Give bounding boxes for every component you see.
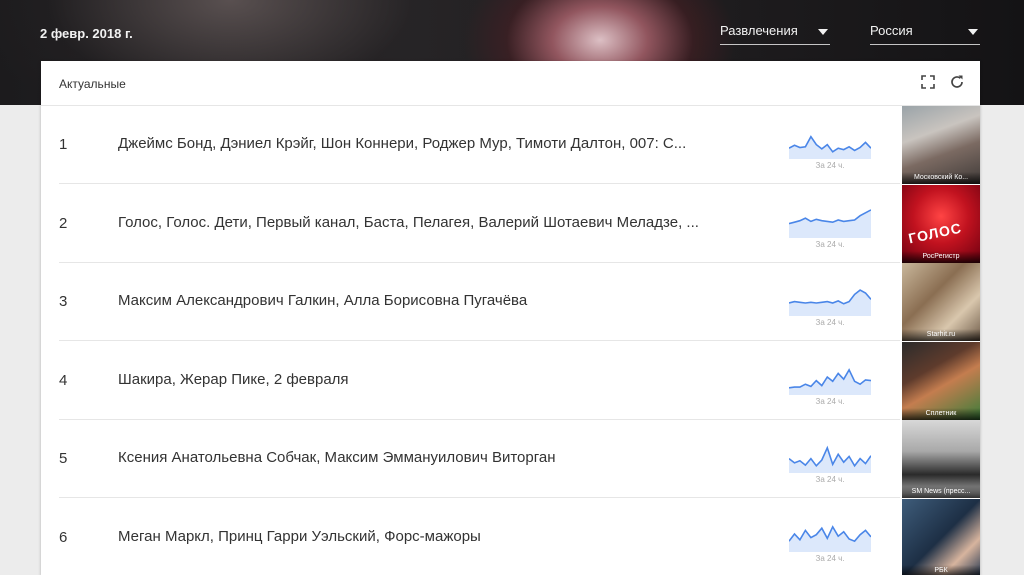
trend-title[interactable]: Максим Александрович Галкин, Алла Борисо… — [118, 292, 746, 309]
trend-rank: 4 — [59, 371, 68, 389]
sparkline-chart — [788, 359, 872, 395]
trend-title[interactable]: Меган Маркл, Принц Гарри Уэльский, Форс-… — [118, 528, 746, 545]
region-select[interactable]: Россия — [870, 20, 980, 45]
sparkline-caption: За 24 ч. — [815, 318, 845, 327]
sparkline-caption: За 24 ч. — [815, 239, 845, 249]
thumb-source-label: Московский Ко... — [902, 172, 980, 184]
trend-rank: 1 — [59, 136, 68, 153]
trend-title[interactable]: Ксения Анатольевна Собчак, Максим Эмману… — [118, 449, 746, 466]
trend-row[interactable]: 1 Джеймс Бонд, Дэниел Крэйг, Шон Коннери,… — [41, 106, 980, 184]
trending-card: Актуальные 1 Джеймс Бонд, Дэниел Крэйг, Ш… — [41, 61, 980, 575]
sparkline-caption: За 24 ч. — [815, 553, 845, 563]
sparkline-caption: За 24 ч. — [815, 161, 845, 170]
trend-rank: 5 — [59, 450, 68, 467]
dropdown-arrow-icon — [968, 29, 978, 35]
trend-row[interactable]: 6 Меган Маркл, Принц Гарри Уэльский, Форс… — [41, 498, 980, 575]
sparkline-chart — [788, 202, 872, 238]
trend-title[interactable]: Голос, Голос. Дети, Первый канал, Баста,… — [118, 214, 746, 231]
trend-thumbnail[interactable]: Starhit.ru — [902, 263, 980, 341]
thumb-source-label: РосРегистр — [902, 250, 980, 263]
region-select-value: Россия — [870, 23, 913, 38]
sparkline-caption: За 24 ч. — [815, 396, 845, 406]
trend-thumbnail[interactable]: РБК — [902, 498, 980, 575]
fullscreen-icon[interactable] — [919, 73, 937, 91]
thumb-logo-text: ГОЛОС — [906, 219, 964, 246]
sparkline-chart — [788, 516, 872, 552]
trend-title[interactable]: Джеймс Бонд, Дэниел Крэйг, Шон Коннери, … — [118, 135, 746, 152]
date-label: 2 февр. 2018 г. — [40, 26, 133, 41]
sparkline-chart — [788, 437, 872, 473]
card-header: Актуальные — [41, 61, 980, 106]
trend-rank: 3 — [59, 293, 68, 310]
thumb-source-label: SM News (пресс... — [902, 486, 980, 498]
trend-thumbnail[interactable]: Сплетник — [902, 341, 980, 420]
trend-thumbnail[interactable]: SM News (пресс... — [902, 420, 980, 498]
dropdown-arrow-icon — [818, 29, 828, 35]
trend-title[interactable]: Шакира, Жерар Пике, 2 февраля — [118, 371, 746, 388]
thumb-source-label: РБК — [902, 564, 980, 575]
trend-thumbnail[interactable]: Московский Ко... — [902, 106, 980, 184]
sparkline-chart — [788, 123, 872, 159]
trend-rank: 6 — [59, 528, 68, 546]
category-select[interactable]: Развлечения — [720, 20, 830, 45]
sparkline-caption: За 24 ч. — [815, 475, 845, 484]
thumb-source-label: Starhit.ru — [902, 329, 980, 341]
category-select-value: Развлечения — [720, 23, 798, 38]
trend-row[interactable]: 3 Максим Александрович Галкин, Алла Борис… — [41, 263, 980, 341]
trend-rank: 2 — [59, 214, 68, 232]
sparkline-chart — [788, 280, 872, 316]
trend-row[interactable]: 4 Шакира, Жерар Пике, 2 февраля За 24 ч. Сп… — [41, 341, 980, 420]
trend-thumbnail[interactable]: ГОЛОС РосРегистр — [902, 184, 980, 263]
trend-row[interactable]: 2 Голос, Голос. Дети, Первый канал, Баста… — [41, 184, 980, 263]
card-title: Актуальные — [59, 77, 126, 91]
thumb-source-label: Сплетник — [902, 407, 980, 420]
trend-row[interactable]: 5 Ксения Анатольевна Собчак, Максим Эмман… — [41, 420, 980, 498]
refresh-icon[interactable] — [948, 73, 966, 91]
